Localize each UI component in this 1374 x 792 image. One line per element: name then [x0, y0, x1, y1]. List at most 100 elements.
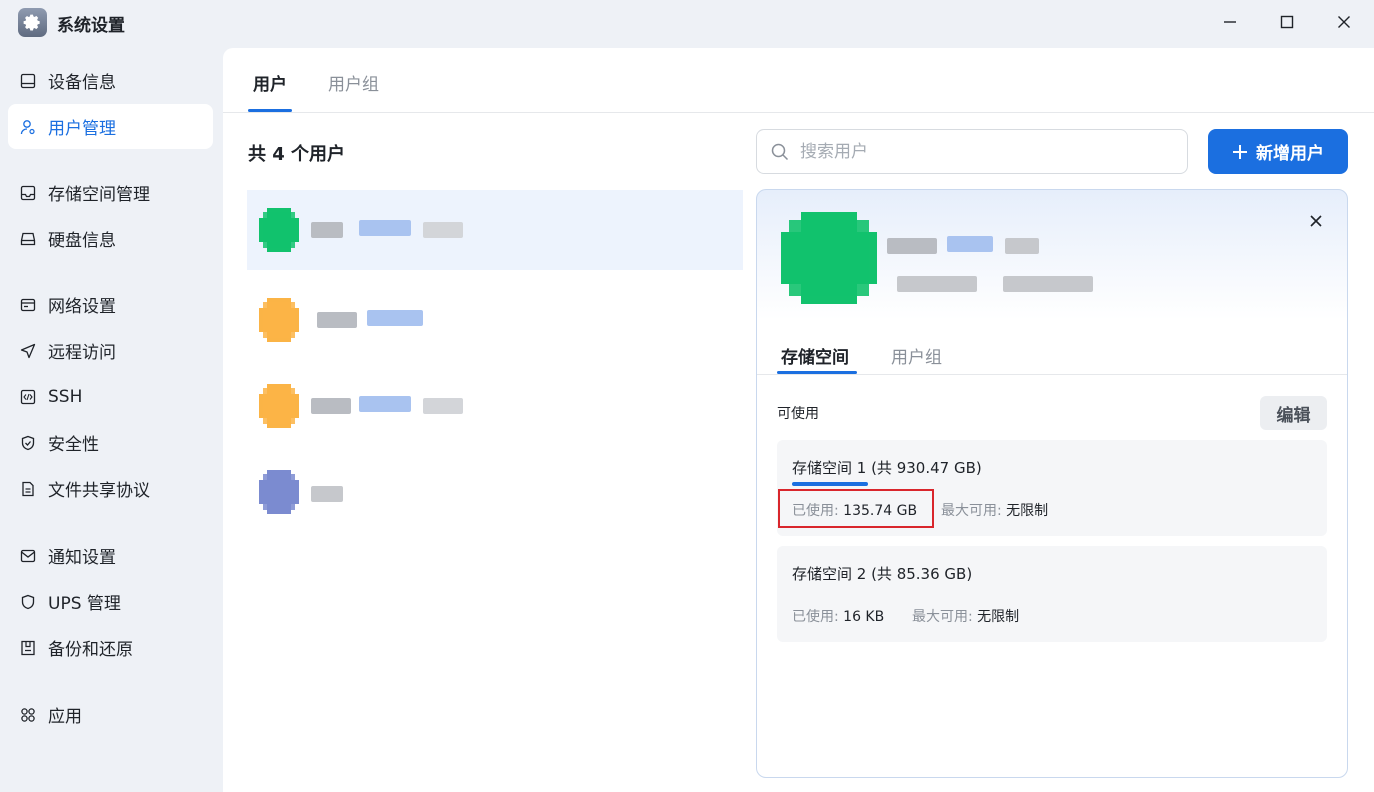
- minimize-button[interactable]: [1213, 8, 1247, 36]
- redacted-name: [359, 220, 411, 236]
- close-window-button[interactable]: [1327, 8, 1361, 36]
- user-avatar: [259, 298, 299, 342]
- sidebar-item-apps[interactable]: 应用: [8, 692, 213, 737]
- used-label: 已使用:: [792, 609, 839, 625]
- storage-max: 最大可用: 无限制: [941, 500, 1048, 520]
- sidebar-item-label: UPS 管理: [48, 594, 121, 614]
- shield-check-icon: [20, 435, 36, 451]
- redacted-username: [887, 238, 937, 254]
- storage-title: 存储空间 2 (共 85.36 GB): [792, 565, 973, 583]
- sidebar-item-label: 设备信息: [48, 73, 116, 93]
- sidebar-item-device-info[interactable]: 设备信息: [8, 58, 213, 103]
- edit-button[interactable]: 编辑: [1260, 396, 1327, 430]
- storage-usage-bar: [792, 482, 868, 486]
- storage-icon: [20, 185, 36, 201]
- sidebar-item-user-management[interactable]: 用户管理: [8, 104, 213, 149]
- storage-title: 存储空间 1 (共 930.47 GB): [792, 459, 982, 477]
- main-panel: 用户 用户组 共 4 个用户 新增用户: [223, 48, 1374, 792]
- shield-icon: [20, 594, 36, 610]
- search-box[interactable]: [756, 129, 1188, 174]
- sidebar-item-label: 网络设置: [48, 297, 116, 317]
- sidebar-item-ups-management[interactable]: UPS 管理: [8, 579, 213, 624]
- code-icon: [20, 389, 36, 405]
- sidebar-item-label: 存储空间管理: [48, 185, 150, 205]
- sidebar-item-remote-access[interactable]: 远程访问: [8, 328, 213, 373]
- search-input[interactable]: [800, 139, 1170, 165]
- redacted-name: [311, 222, 343, 238]
- redacted-name: [367, 310, 423, 326]
- sidebar-item-label: 备份和还原: [48, 640, 133, 660]
- user-count-title: 共 4 个用户: [248, 144, 346, 165]
- sidebar-item-label: SSH: [48, 386, 83, 407]
- user-avatar: [259, 470, 299, 514]
- tab-user-groups-detail[interactable]: 用户组: [891, 343, 942, 368]
- active-tab-indicator: [248, 109, 292, 112]
- backup-icon: [20, 640, 36, 656]
- sidebar-item-label: 硬盘信息: [48, 231, 116, 251]
- sidebar-item-notification-settings[interactable]: 通知设置: [8, 533, 213, 578]
- max-label: 最大可用:: [912, 609, 973, 625]
- sidebar-item-label: 远程访问: [48, 343, 116, 363]
- active-tab-indicator: [777, 371, 857, 374]
- apps-icon: [20, 707, 36, 723]
- user-row[interactable]: [247, 190, 743, 270]
- monitor-icon: [20, 73, 36, 89]
- sidebar-item-security[interactable]: 安全性: [8, 420, 213, 465]
- redacted-name: [317, 312, 357, 328]
- user-row[interactable]: [247, 452, 743, 532]
- detail-tabs: 存储空间 用户组: [757, 333, 1347, 375]
- maximize-icon: [1280, 15, 1294, 29]
- maximize-button[interactable]: [1270, 8, 1304, 36]
- sidebar-item-storage-management[interactable]: 存储空间管理: [8, 170, 213, 215]
- sidebar-item-label: 应用: [48, 707, 82, 727]
- redacted-name: [423, 398, 463, 414]
- sidebar-item-file-sharing[interactable]: 文件共享协议: [8, 466, 213, 511]
- title-bar: 系统设置: [0, 0, 1374, 44]
- max-value: 无限制: [977, 609, 1020, 625]
- available-label: 可使用: [777, 406, 819, 422]
- user-row[interactable]: [247, 366, 743, 446]
- sidebar-item-label: 通知设置: [48, 548, 116, 568]
- max-label: 最大可用:: [941, 503, 1002, 519]
- sidebar-item-network-settings[interactable]: 网络设置: [8, 282, 213, 327]
- storage-card: 存储空间 1 (共 930.47 GB) 已使用: 135.74 GB 最大可用…: [777, 440, 1327, 536]
- redacted-name: [359, 396, 411, 412]
- user-avatar-large: [781, 212, 877, 304]
- sidebar-item-label: 安全性: [48, 435, 99, 455]
- tab-storage[interactable]: 存储空间: [781, 343, 849, 368]
- disk-icon: [20, 231, 36, 247]
- mail-icon: [20, 548, 36, 564]
- document-icon: [20, 481, 36, 497]
- sidebar-item-ssh[interactable]: SSH: [8, 374, 213, 419]
- sidebar-item-backup-restore[interactable]: 备份和还原: [8, 625, 213, 670]
- close-detail-button[interactable]: [1305, 210, 1327, 232]
- close-icon: [1338, 16, 1350, 28]
- tab-user-groups[interactable]: 用户组: [328, 70, 379, 95]
- sidebar-item-label: 文件共享协议: [48, 481, 150, 501]
- tab-users[interactable]: 用户: [253, 70, 287, 95]
- storage-card: 存储空间 2 (共 85.36 GB) 已使用: 16 KB 最大可用: 无限制: [777, 546, 1327, 642]
- storage-max: 最大可用: 无限制: [912, 606, 1019, 626]
- sidebar-item-label: 用户管理: [48, 119, 116, 139]
- redacted-name: [423, 222, 463, 238]
- settings-gear-icon: [18, 8, 47, 37]
- redacted-name: [311, 486, 343, 502]
- used-value: 16 KB: [843, 609, 885, 625]
- user-detail-panel: 存储空间 用户组 可使用 编辑 存储空间 1 (共 930.47 GB) 已使用…: [756, 189, 1348, 778]
- add-user-button[interactable]: 新增用户: [1208, 129, 1348, 174]
- main-tabs: 用户 用户组: [223, 48, 1374, 113]
- network-icon: [20, 297, 36, 313]
- redacted-username: [947, 236, 993, 252]
- redacted-username: [1005, 238, 1039, 254]
- redacted-detail: [897, 276, 977, 292]
- highlight-box: [778, 489, 934, 528]
- user-row[interactable]: [247, 280, 743, 360]
- close-icon: [1310, 215, 1322, 227]
- plus-icon: [1233, 144, 1247, 159]
- user-avatar: [259, 384, 299, 428]
- user-gear-icon: [20, 119, 36, 135]
- minimize-icon: [1224, 21, 1236, 23]
- sidebar-item-disk-info[interactable]: 硬盘信息: [8, 216, 213, 261]
- redacted-name: [311, 398, 351, 414]
- search-icon: [771, 143, 789, 161]
